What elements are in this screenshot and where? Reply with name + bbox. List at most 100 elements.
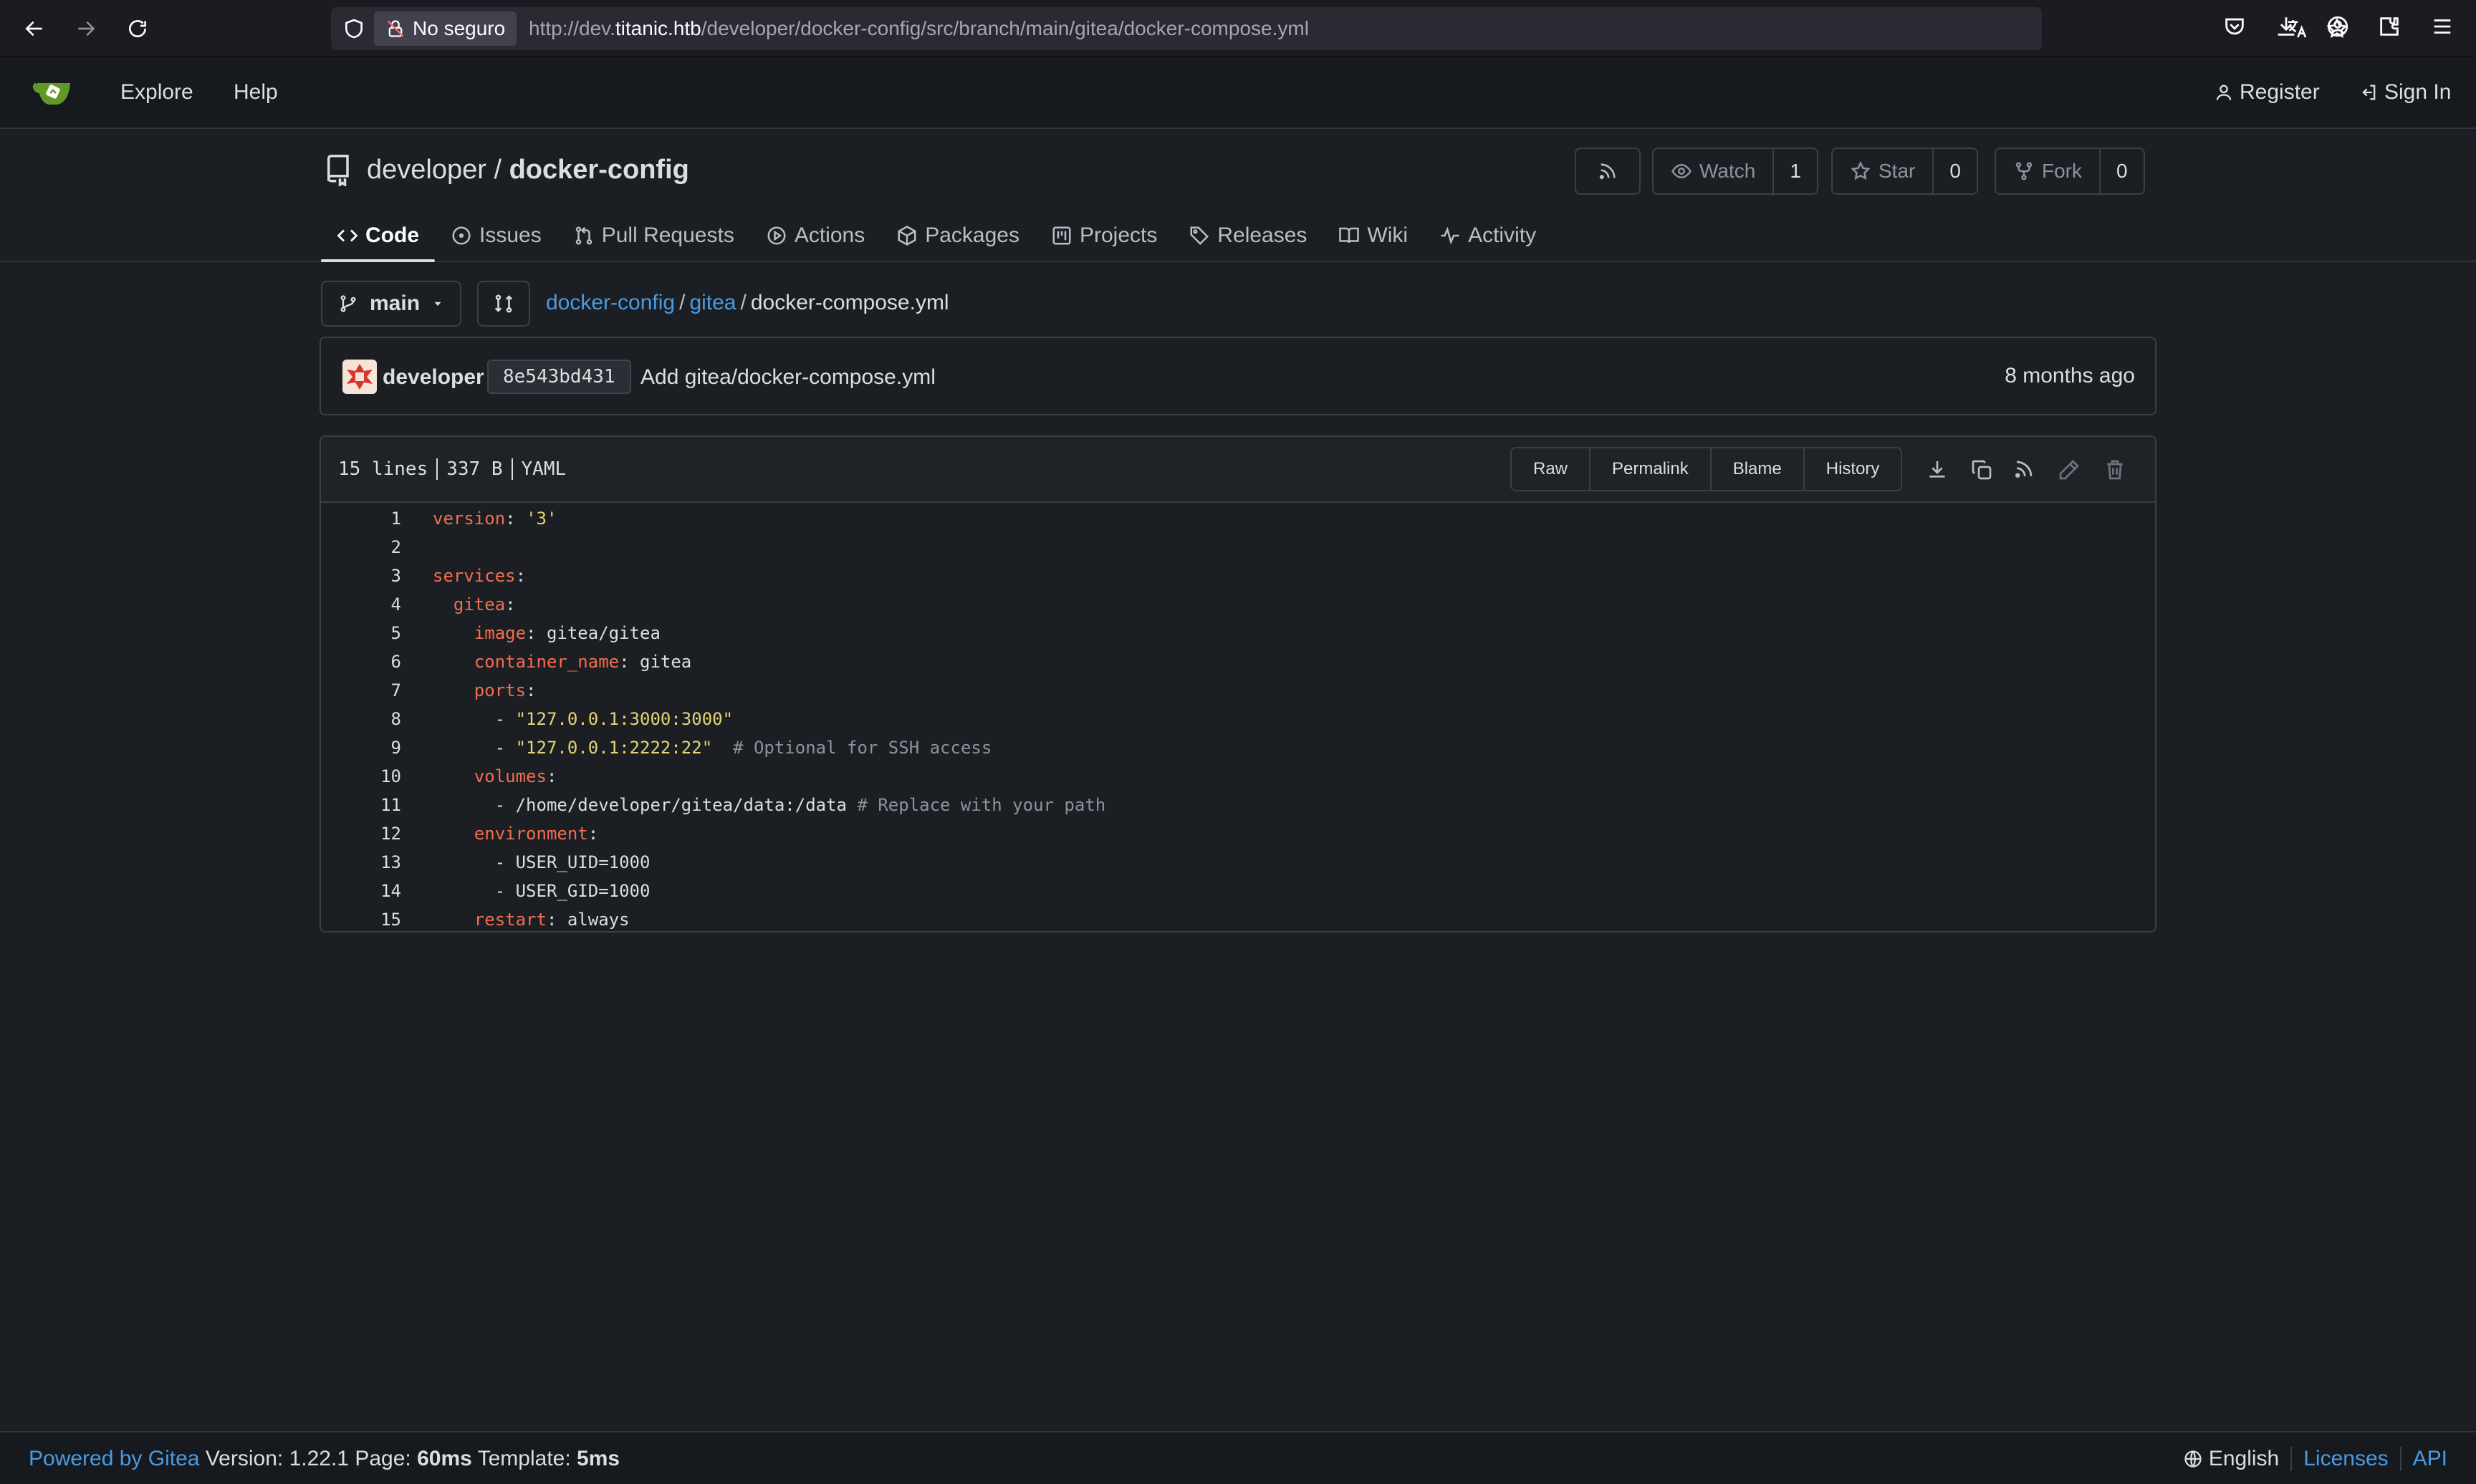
line-number[interactable]: 3 (321, 562, 401, 590)
tab-pull-requests[interactable]: Pull Requests (557, 211, 750, 261)
trash-icon[interactable] (2103, 458, 2126, 481)
line-number[interactable]: 11 (321, 791, 401, 819)
account-icon[interactable] (2326, 14, 2350, 39)
watch-label: Watch (1699, 160, 1756, 182)
breadcrumb-root-link[interactable]: docker-config (546, 291, 675, 314)
fork-button[interactable]: Fork 0 (1995, 148, 2145, 195)
code-line: 4 gitea: (321, 590, 2155, 619)
register-link[interactable]: Register (2214, 80, 2320, 105)
yaml-key: gitea (453, 594, 506, 615)
commit-message-link[interactable]: Add gitea/docker-compose.yml (640, 365, 936, 390)
footer-right: English Licenses API (2183, 1447, 2447, 1471)
licenses-link[interactable]: Licenses (2303, 1447, 2388, 1471)
line-number[interactable]: 8 (321, 705, 401, 733)
tab-issues[interactable]: Issues (435, 211, 557, 261)
sign-in-label: Sign In (2384, 80, 2452, 104)
code-line: 14 - USER_GID=1000 (321, 877, 2155, 905)
line-number[interactable]: 4 (321, 590, 401, 619)
edit-pencil-icon[interactable] (2058, 458, 2081, 481)
repo-owner-link[interactable]: developer (367, 155, 486, 185)
eye-icon (1671, 160, 1692, 182)
shield-icon[interactable] (342, 17, 365, 40)
yaml-string: "127.0.0.1:2222:22" (515, 738, 713, 758)
tab-projects[interactable]: Projects (1035, 211, 1173, 261)
pocket-icon[interactable] (2222, 14, 2247, 39)
tab-code[interactable]: Code (321, 211, 435, 262)
url-text[interactable]: http://dev.titanic.htb/developer/docker-… (529, 7, 1309, 50)
yaml-punct: : (546, 910, 567, 930)
explore-link[interactable]: Explore (120, 80, 193, 105)
line-number[interactable]: 2 (321, 533, 401, 562)
code-line: 12 environment: (321, 819, 2155, 848)
hamburger-menu-icon[interactable] (2430, 14, 2455, 39)
line-number[interactable]: 5 (321, 619, 401, 647)
line-number[interactable]: 10 (321, 762, 401, 791)
line-content: ports: (433, 676, 537, 705)
code-line: 7 ports: (321, 676, 2155, 705)
language-selector[interactable]: English (2209, 1447, 2279, 1471)
avatar[interactable] (342, 360, 377, 394)
rss-feed-button[interactable] (1575, 148, 1641, 195)
powered-by-gitea-link[interactable]: Powered by Gitea (29, 1447, 199, 1470)
permalink-button[interactable]: Permalink (1589, 448, 1710, 490)
url-bar[interactable]: No seguro http://dev.titanic.htb/develop… (331, 7, 2348, 50)
line-number[interactable]: 9 (321, 733, 401, 762)
line-number[interactable]: 12 (321, 819, 401, 848)
tab-wiki[interactable]: Wiki (1323, 211, 1424, 261)
star-button[interactable]: Star 0 (1831, 148, 1978, 195)
fork-count[interactable]: 0 (2099, 149, 2144, 193)
blame-button[interactable]: Blame (1709, 448, 1803, 490)
code-line: 3 services: (321, 562, 2155, 590)
yaml-punct: : (526, 623, 547, 643)
branch-icon (338, 294, 358, 314)
line-content: restart: always (433, 905, 630, 931)
commit-sha-link[interactable]: 8e543bd431 (487, 360, 631, 394)
line-number[interactable]: 13 (321, 848, 401, 877)
star-count[interactable]: 0 (1932, 149, 1977, 193)
yaml-value: USER_GID=1000 (515, 881, 651, 901)
line-content: image: gitea/gitea (433, 619, 661, 647)
not-secure-indicator[interactable]: No seguro (374, 11, 517, 46)
yaml-punct: - (494, 881, 516, 901)
branch-selector[interactable]: main (321, 281, 461, 327)
tab-actions[interactable]: Actions (750, 211, 880, 261)
watch-button[interactable]: Watch 1 (1652, 148, 1818, 195)
line-content: environment: (433, 819, 598, 848)
compare-button[interactable] (477, 281, 530, 327)
branch-name: main (370, 292, 421, 315)
reload-icon[interactable] (123, 14, 152, 43)
tab-releases[interactable]: Releases (1173, 211, 1323, 261)
commit-author-link[interactable]: developer (383, 365, 484, 390)
back-arrow-icon[interactable] (20, 14, 49, 43)
code-view: 1 version: '3' 2 3 services: 4 gitea: 5 image:… (321, 504, 2155, 931)
line-number[interactable]: 1 (321, 504, 401, 533)
raw-button[interactable]: Raw (1512, 448, 1590, 490)
download-icon[interactable] (1926, 458, 1949, 481)
tab-activity[interactable]: Activity (1424, 211, 1552, 261)
globe-icon[interactable] (2183, 1449, 2203, 1469)
file-type: YAML (521, 458, 567, 480)
sign-in-link[interactable]: Sign In (2359, 80, 2451, 105)
copy-content-icon[interactable] (1970, 458, 1993, 481)
star-icon (1850, 160, 1871, 182)
tab-code-label: Code (365, 223, 419, 247)
watch-count[interactable]: 1 (1772, 149, 1817, 193)
code-icon (337, 225, 358, 246)
gitea-logo-icon[interactable] (32, 77, 76, 107)
repo-name-link[interactable]: docker-config (509, 155, 689, 185)
breadcrumb-dir-link[interactable]: gitea (689, 291, 736, 314)
rss-icon[interactable] (2013, 458, 2035, 480)
line-number[interactable]: 14 (321, 877, 401, 905)
tab-packages[interactable]: Packages (880, 211, 1035, 261)
extensions-icon[interactable] (2377, 14, 2401, 39)
line-number[interactable]: 6 (321, 647, 401, 676)
help-link[interactable]: Help (234, 80, 278, 105)
line-number[interactable]: 7 (321, 676, 401, 705)
history-button[interactable]: History (1803, 448, 1901, 490)
downloads-icon[interactable] (2274, 14, 2298, 39)
api-link[interactable]: API (2413, 1447, 2447, 1471)
forward-arrow-icon[interactable] (72, 14, 100, 43)
line-number[interactable]: 15 (321, 905, 401, 931)
